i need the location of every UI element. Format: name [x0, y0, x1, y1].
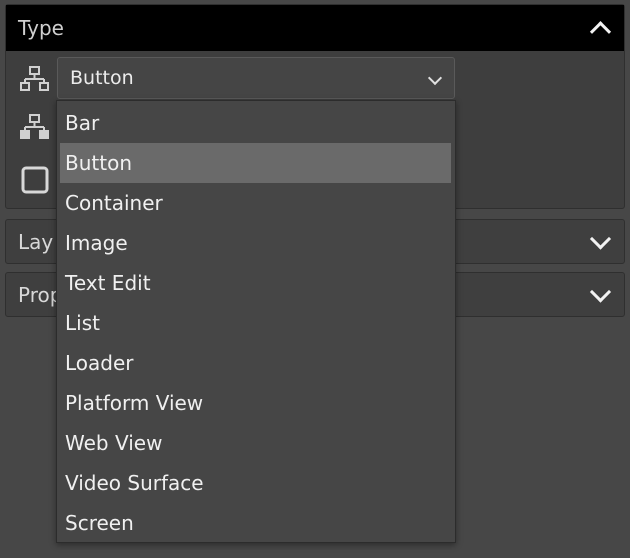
hierarchy-icon — [20, 66, 49, 91]
dropdown-item-label: Video Surface — [65, 471, 204, 495]
dropdown-item-label: Screen — [65, 511, 134, 535]
dropdown-item-platform-view[interactable]: Platform View — [60, 383, 451, 423]
dropdown-item-text-edit[interactable]: Text Edit — [60, 263, 451, 303]
dropdown-item-container[interactable]: Container — [60, 183, 451, 223]
dropdown-item-label: Button — [65, 151, 132, 175]
chevron-down-icon[interactable] — [427, 70, 443, 86]
dropdown-item-label: Platform View — [65, 391, 204, 415]
type-panel-title: Type — [18, 16, 64, 40]
dropdown-item-label: Container — [65, 191, 163, 215]
expand-chevron-down-icon[interactable] — [589, 280, 612, 303]
dropdown-item-label: Loader — [65, 351, 134, 375]
dropdown-item-image[interactable]: Image — [60, 223, 451, 263]
dropdown-item-list[interactable]: List — [60, 303, 451, 343]
expand-chevron-down-icon[interactable] — [589, 227, 612, 250]
dropdown-item-label: Image — [65, 231, 128, 255]
dropdown-item-bar[interactable]: Bar — [60, 103, 451, 143]
type-dropdown-list: Bar Button Container Image Text Edit Lis… — [56, 100, 456, 543]
dropdown-item-label: Bar — [65, 111, 100, 135]
type-select-value: Button — [70, 67, 134, 89]
type-select[interactable]: Button — [57, 57, 455, 99]
dropdown-item-screen[interactable]: Screen — [60, 503, 451, 543]
hierarchy-icon — [20, 114, 49, 139]
collapse-chevron-up-icon[interactable] — [589, 21, 612, 43]
dropdown-item-video-surface[interactable]: Video Surface — [60, 463, 451, 503]
dropdown-item-label: List — [65, 311, 100, 335]
dropdown-item-label: Text Edit — [65, 271, 151, 295]
type-panel-header[interactable]: Type — [6, 5, 624, 51]
dropdown-item-button[interactable]: Button — [60, 143, 451, 183]
dropdown-item-loader[interactable]: Loader — [60, 343, 451, 383]
square-checkbox-icon[interactable] — [20, 165, 50, 195]
dropdown-item-web-view[interactable]: Web View — [60, 423, 451, 463]
layout-panel-title: Lay — [18, 229, 54, 254]
dropdown-item-label: Web View — [65, 431, 163, 455]
